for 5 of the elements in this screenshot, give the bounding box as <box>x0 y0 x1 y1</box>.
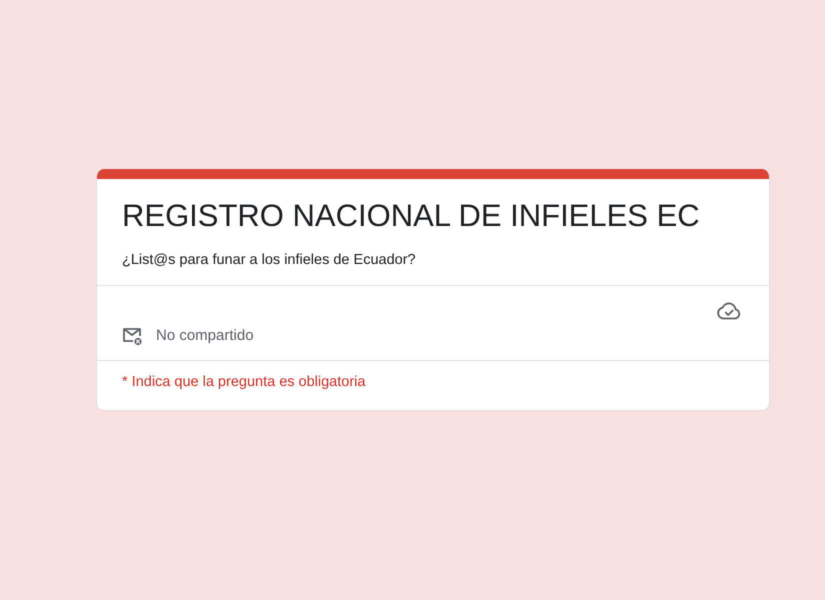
required-note: * Indica que la pregunta es obligatoria <box>122 373 366 392</box>
mail-off-icon <box>122 326 143 346</box>
form-title: REGISTRO NACIONAL DE INFIELES EC <box>122 197 700 234</box>
form-description: ¿List@s para funar a los infieles de Ecuador? <box>122 251 416 270</box>
sharing-status: No compartido <box>156 326 254 346</box>
